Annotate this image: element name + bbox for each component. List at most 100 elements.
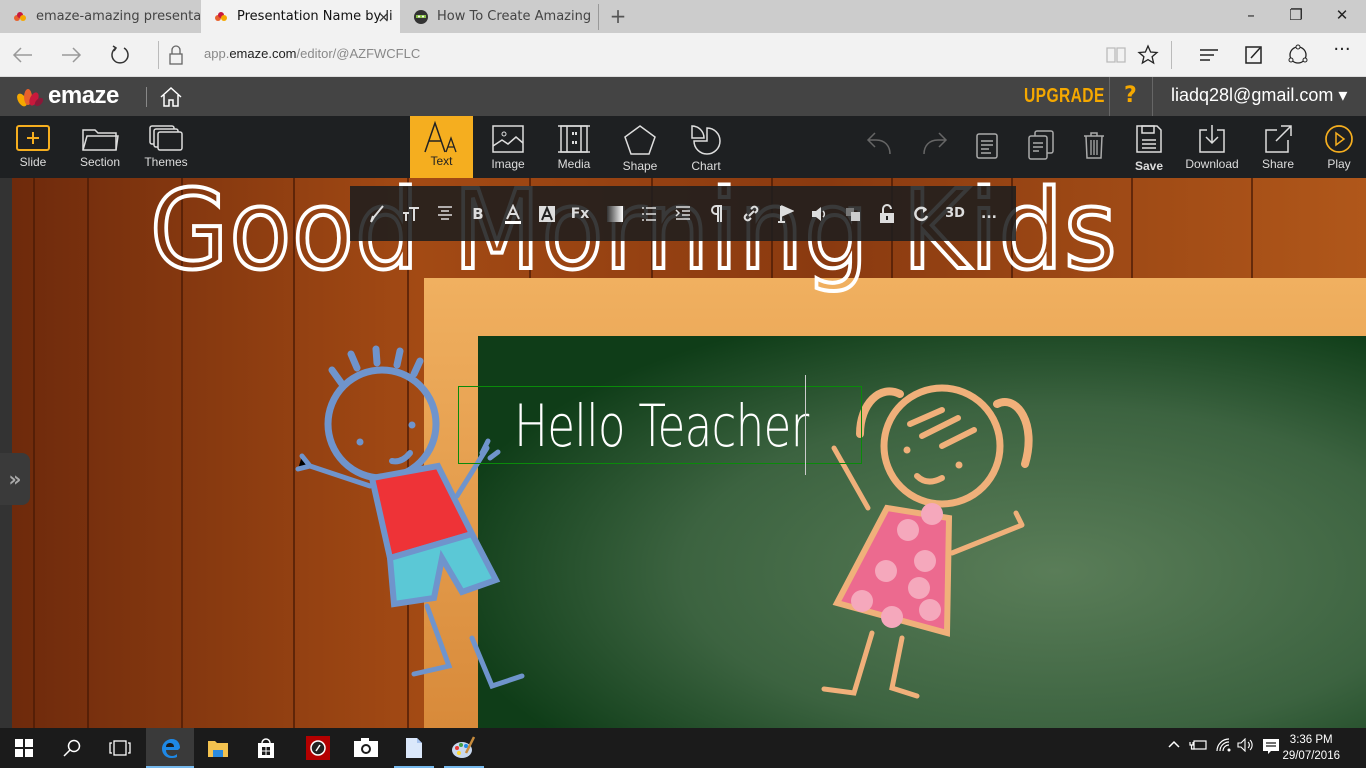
image-icon — [492, 125, 524, 153]
url-domain: emaze.com — [229, 46, 297, 61]
close-window-button[interactable]: ✕ — [1332, 6, 1352, 24]
ninja-favicon-icon — [414, 9, 428, 24]
3d-button[interactable]: 3D — [944, 204, 966, 224]
task-view-button[interactable] — [96, 728, 144, 768]
browser-tab-emaze-amazing[interactable]: emaze-amazing presentatior — [0, 0, 200, 33]
browser-tab-how-to[interactable]: How To Create Amazing Pres — [401, 0, 596, 33]
reading-view-icon[interactable] — [1104, 43, 1128, 67]
font-color-icon[interactable] — [504, 204, 522, 224]
flag-icon[interactable] — [776, 204, 794, 224]
download-button[interactable]: Download — [1182, 116, 1242, 178]
unlock-icon[interactable] — [878, 204, 896, 224]
rotate-icon[interactable] — [912, 204, 930, 224]
search-button[interactable] — [48, 728, 96, 768]
save-icon — [1136, 125, 1162, 153]
text-tool-button[interactable]: Text — [410, 116, 473, 178]
taskbar-store[interactable] — [242, 728, 290, 768]
film-strip-icon — [558, 125, 590, 153]
clear-format-icon[interactable]: Fx — [570, 204, 590, 224]
app-header: emaze UPGRADE ? liadq28l@gmail.com ▾ — [0, 77, 1366, 116]
start-button[interactable] — [0, 728, 48, 768]
tab-title: Presentation Name by li — [237, 9, 393, 24]
new-tab-button[interactable]: + — [607, 4, 629, 28]
tab-title: How To Create Amazing Pres — [437, 9, 596, 24]
favorite-star-icon[interactable] — [1136, 43, 1160, 67]
taskbar-camera[interactable] — [342, 728, 390, 768]
camera-icon — [354, 738, 378, 757]
restore-button[interactable]: ❐ — [1286, 6, 1306, 24]
show-hidden-icons[interactable] — [1167, 738, 1181, 754]
search-icon — [63, 739, 81, 757]
more-format-button[interactable]: ... — [978, 204, 1000, 224]
share-button[interactable]: Share — [1256, 116, 1300, 178]
minimize-button[interactable]: – — [1241, 6, 1261, 24]
url-prefix: app. — [204, 46, 230, 61]
upgrade-button[interactable]: UPGRADE — [1024, 85, 1105, 108]
share-browser-icon[interactable] — [1286, 43, 1310, 67]
redo-button[interactable] — [916, 116, 952, 178]
taskbar-edge[interactable] — [146, 728, 194, 768]
refresh-button[interactable] — [107, 42, 133, 68]
home-icon[interactable] — [158, 85, 184, 109]
indent-icon[interactable] — [674, 204, 692, 224]
forward-button[interactable] — [58, 42, 84, 68]
clock-date: 29/07/2016 — [1282, 750, 1340, 762]
chart-tool-button[interactable]: Chart — [682, 116, 730, 178]
add-slide-button[interactable]: Slide — [8, 116, 58, 178]
back-button[interactable] — [10, 42, 36, 68]
clock-time: 3:36 PM — [1289, 734, 1333, 746]
align-center-icon[interactable] — [436, 204, 454, 224]
bold-button[interactable]: B — [469, 204, 487, 224]
system-clock[interactable]: 3:36 PM 29/07/2016 — [1282, 732, 1340, 764]
slide-label: Slide — [19, 155, 47, 169]
bullet-list-icon[interactable] — [640, 204, 658, 224]
section-button[interactable]: Section — [72, 116, 128, 178]
more-options-icon[interactable]: ··· — [1330, 41, 1354, 67]
taskbar-paint[interactable] — [440, 728, 488, 768]
web-note-icon[interactable] — [1242, 43, 1266, 67]
address-bar: app.emaze.com/editor/@AZFWCFLC ··· — [0, 33, 1366, 77]
themes-button[interactable]: Themes — [140, 116, 192, 178]
image-tool-button[interactable]: Image — [484, 116, 532, 178]
wifi-icon[interactable] — [1215, 738, 1233, 756]
user-menu[interactable]: liadq28l@gmail.com ▾ — [1171, 85, 1347, 106]
media-tool-button[interactable]: Media — [550, 116, 598, 178]
url-input[interactable]: app.emaze.com/editor/@AZFWCFLC — [204, 46, 420, 61]
themes-icon — [149, 125, 183, 151]
gradient-icon[interactable] — [606, 204, 624, 224]
emaze-logo[interactable]: emaze — [48, 82, 119, 110]
paragraph-icon[interactable] — [708, 204, 726, 224]
expand-panel-button[interactable]: » — [0, 453, 30, 505]
taskbar-document[interactable] — [390, 728, 438, 768]
emaze-favicon-icon — [215, 11, 227, 21]
download-label: Download — [1185, 157, 1239, 171]
document-icon — [976, 133, 998, 159]
undo-button[interactable] — [862, 116, 898, 178]
close-tab-icon[interactable]: × — [377, 8, 390, 26]
textbox-content[interactable]: Hello Teacher — [514, 386, 809, 466]
media-label: Media — [557, 157, 591, 171]
sound-icon[interactable] — [810, 204, 828, 224]
brush-icon[interactable] — [368, 204, 386, 224]
taskbar-app-red[interactable] — [294, 728, 342, 768]
notes-button[interactable] — [970, 116, 1004, 178]
highlight-icon[interactable] — [538, 204, 556, 224]
action-center-icon[interactable] — [1262, 738, 1280, 760]
save-button[interactable]: Save — [1130, 116, 1168, 178]
hub-menu-icon[interactable] — [1197, 43, 1221, 67]
layer-order-icon[interactable] — [844, 204, 862, 224]
delete-button[interactable] — [1078, 116, 1110, 178]
play-button[interactable]: Play — [1320, 116, 1358, 178]
help-button[interactable]: ? — [1124, 83, 1137, 108]
font-size-icon[interactable] — [402, 204, 420, 224]
shape-tool-button[interactable]: Shape — [615, 116, 665, 178]
forward-arrow-icon — [62, 47, 82, 63]
link-icon[interactable] — [742, 204, 760, 224]
taskbar-file-explorer[interactable] — [194, 728, 242, 768]
refresh-icon — [111, 45, 129, 64]
volume-icon[interactable] — [1237, 737, 1255, 756]
browser-tab-presentation[interactable]: Presentation Name by li × — [201, 0, 400, 33]
duplicate-slide-button[interactable] — [1024, 116, 1058, 178]
save-label: Save — [1134, 159, 1164, 173]
battery-icon[interactable] — [1189, 738, 1207, 756]
